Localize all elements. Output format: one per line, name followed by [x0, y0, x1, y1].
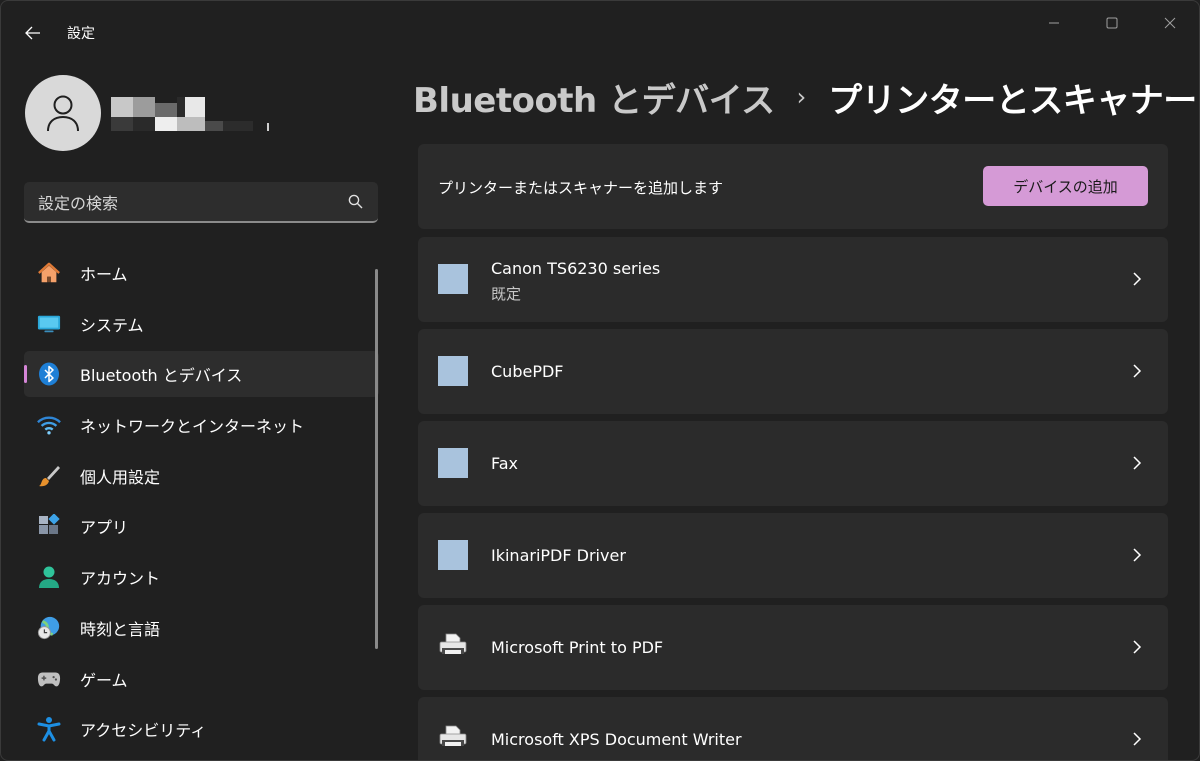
sidebar-scrollbar[interactable]: [375, 269, 378, 649]
sidebar-item-label: ホーム: [80, 265, 128, 284]
app-title: 設定: [67, 26, 95, 42]
maximize-button[interactable]: [1089, 11, 1135, 35]
sidebar-nav: ホーム システム Bluetooth とデバイス ネットワークとインターネット …: [24, 250, 379, 757]
title-bar: 設定: [1, 1, 1199, 63]
globe-clock-icon: [37, 616, 61, 640]
sidebar-item-label: ゲーム: [80, 670, 128, 690]
sidebar-item-label: アプリ: [80, 518, 129, 538]
printer-item[interactable]: Microsoft XPS Document Writer: [418, 697, 1168, 760]
sidebar-item-label: 時刻と言語: [80, 619, 161, 639]
search-input[interactable]: 設定の検索: [38, 190, 348, 214]
breadcrumb-parent-link[interactable]: Bluetooth とデバイス: [413, 73, 775, 122]
printer-name: Fax: [491, 454, 519, 473]
sidebar-item-label: アクセシビリティ: [80, 721, 207, 741]
printer-item[interactable]: IkinariPDF Driver: [418, 513, 1168, 598]
account-icon: [37, 565, 61, 589]
close-button[interactable]: [1147, 11, 1193, 35]
printer-item[interactable]: Fax: [418, 421, 1168, 506]
sidebar-item-label: アカウント: [80, 569, 161, 589]
settings-window: 設定 設定の検索 ホーム システム Bluetooth とデバイス ネットワーク…: [0, 0, 1200, 761]
printer-icon: [438, 632, 468, 662]
sidebar-item-accounts[interactable]: アカウント: [24, 554, 379, 600]
printer-name: Microsoft XPS Document Writer: [491, 730, 742, 749]
accessibility-icon: [37, 717, 61, 742]
bluetooth-icon: [37, 362, 61, 386]
minimize-button[interactable]: [1031, 11, 1077, 35]
sidebar-item-label: システム: [80, 315, 144, 335]
person-icon: [47, 95, 79, 132]
sidebar-item-network[interactable]: ネットワークとインターネット: [24, 402, 379, 448]
add-printer-card: プリンターまたはスキャナーを追加します デバイスの追加: [418, 144, 1168, 229]
printer-name: CubePDF: [491, 362, 564, 381]
sidebar-item-gaming[interactable]: ゲーム: [24, 656, 379, 702]
chevron-right-icon: [1132, 455, 1146, 471]
page-title: プリンターとスキャナー: [828, 80, 1197, 121]
settings-search-box[interactable]: 設定の検索: [24, 182, 378, 223]
back-arrow-icon: [25, 26, 40, 40]
close-icon: [1164, 17, 1176, 29]
minimize-icon: [1049, 22, 1059, 24]
sidebar-item-home[interactable]: ホーム: [24, 250, 379, 296]
printer-square-icon: [438, 264, 468, 294]
sidebar-item-label: Bluetooth とデバイス: [80, 366, 243, 386]
back-button[interactable]: [17, 19, 49, 47]
printer-icon: [438, 724, 468, 754]
add-printer-description: プリンターまたはスキャナーを追加します: [438, 179, 724, 197]
printer-name: Microsoft Print to PDF: [491, 638, 664, 657]
sidebar-item-personalization[interactable]: 個人用設定: [24, 453, 379, 499]
breadcrumb-chevron-icon: ›: [796, 83, 807, 111]
sidebar-item-label: ネットワークとインターネット: [80, 417, 305, 437]
printer-square-icon: [438, 356, 468, 386]
printer-square-icon: [438, 540, 468, 570]
search-icon[interactable]: [348, 194, 364, 210]
wifi-icon: [37, 413, 61, 437]
brush-icon: [37, 464, 61, 488]
sidebar-item-bluetooth[interactable]: Bluetooth とデバイス: [24, 351, 379, 398]
sidebar-item-label: 個人用設定: [80, 467, 161, 487]
maximize-icon: [1106, 17, 1118, 29]
chevron-right-icon: [1132, 547, 1146, 563]
home-icon: [37, 261, 61, 285]
chevron-right-icon: [1132, 731, 1146, 747]
printer-name: IkinariPDF Driver: [491, 546, 626, 565]
printer-item[interactable]: Canon TS6230 series 既定: [418, 237, 1168, 322]
gamepad-icon: [37, 667, 61, 691]
add-device-button[interactable]: デバイスの追加: [983, 166, 1148, 206]
printer-status: 既定: [491, 285, 522, 303]
printer-item[interactable]: CubePDF: [418, 329, 1168, 414]
printer-name: Canon TS6230 series: [491, 259, 661, 278]
system-icon: [37, 312, 61, 336]
breadcrumb: Bluetooth とデバイス › プリンターとスキャナー: [413, 73, 1197, 122]
apps-icon: [37, 514, 61, 538]
sidebar-item-apps[interactable]: アプリ: [24, 503, 379, 549]
chevron-right-icon: [1132, 639, 1146, 655]
sidebar-item-system[interactable]: システム: [24, 301, 379, 347]
chevron-right-icon: [1132, 363, 1146, 379]
sidebar-item-accessibility[interactable]: アクセシビリティ: [24, 706, 379, 752]
sidebar-item-time-language[interactable]: 時刻と言語: [24, 605, 379, 651]
printer-square-icon: [438, 448, 468, 478]
chevron-right-icon: [1132, 271, 1146, 287]
printer-item[interactable]: Microsoft Print to PDF: [418, 605, 1168, 690]
redacted-account-info: [111, 97, 281, 137]
user-avatar[interactable]: [25, 75, 101, 151]
